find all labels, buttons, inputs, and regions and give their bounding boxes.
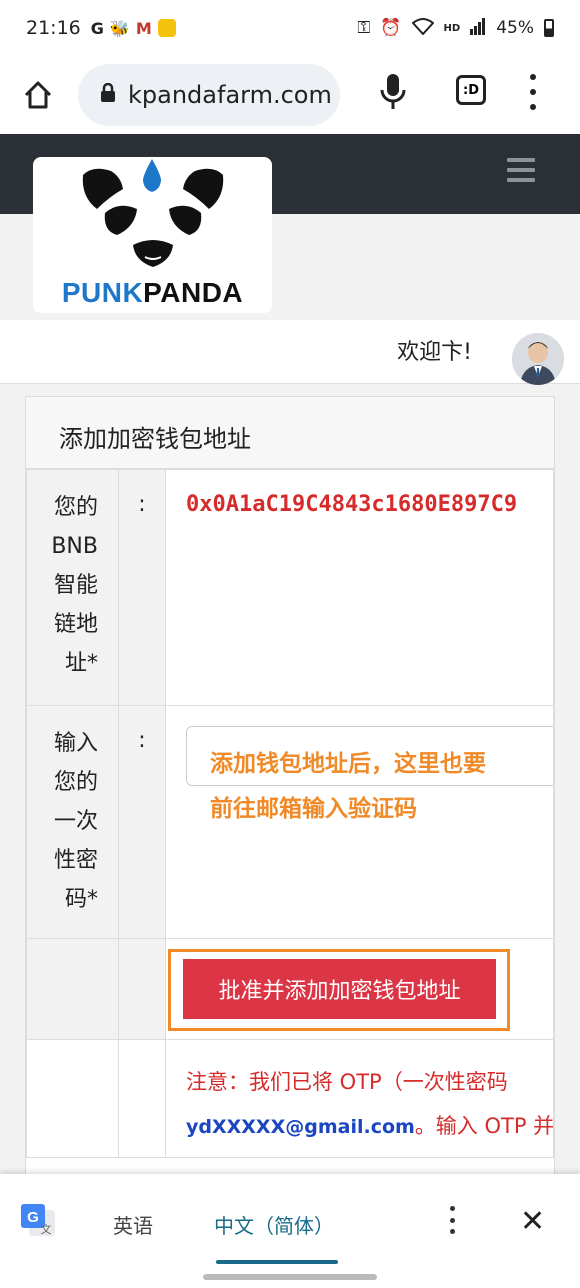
- app-yellow-icon: [157, 19, 176, 37]
- close-translate-button[interactable]: ✕: [520, 1204, 545, 1239]
- annotation-text: 添加钱包地址后，这里也要 前往邮箱输入验证码: [210, 742, 540, 832]
- logo-text-punk: PUNK: [61, 277, 144, 308]
- bnb-address-value: 0x0A1aC19C4843c1680E897C9: [186, 492, 518, 517]
- google-icon: G: [90, 18, 104, 38]
- alarm-icon: ⏰: [380, 18, 402, 38]
- battery-percent: 45%: [496, 18, 534, 38]
- browser-menu-button[interactable]: [526, 74, 540, 110]
- browser-toolbar: kpandafarm.com :D: [0, 56, 580, 134]
- bnb-address-label: 您的 BNB 智能 链地 址*: [26, 469, 119, 706]
- colon-1: :: [118, 469, 166, 706]
- target-language-tab[interactable]: 中文（简体）: [214, 1210, 334, 1239]
- card-title: 添加加密钱包地址: [26, 397, 554, 469]
- active-tab-indicator: [216, 1260, 338, 1264]
- bee-icon: 🐝: [109, 18, 130, 38]
- site-logo[interactable]: PUNKPANDA: [33, 157, 272, 313]
- tab-switcher-button[interactable]: :D: [456, 75, 486, 105]
- home-icon: [24, 81, 52, 109]
- home-button[interactable]: [18, 75, 58, 115]
- translate-menu-button[interactable]: [447, 1206, 457, 1234]
- otp-note-email: ydXXXXX@gmail.com: [186, 1116, 415, 1138]
- battery-icon: [544, 19, 554, 37]
- translate-bar: G 文 英语 中文（简体） ✕: [0, 1174, 580, 1288]
- approve-add-wallet-button[interactable]: 批准并添加加密钱包地址: [183, 959, 496, 1019]
- colon-2: :: [118, 705, 166, 939]
- svg-text:G: G: [27, 1209, 39, 1226]
- wifi-icon: [411, 17, 434, 40]
- google-translate-icon: G 文: [19, 1202, 57, 1240]
- address-bar[interactable]: kpandafarm.com: [78, 64, 340, 126]
- key-icon: ⚿: [357, 18, 371, 38]
- hamburger-menu-icon[interactable]: [507, 158, 535, 182]
- otp-note-line1: 注意：我们已将 OTP（一次性密码: [186, 1070, 508, 1094]
- status-bar: 21:16 G 🐝 M ⚿ ⏰ HD 45%: [0, 0, 580, 56]
- user-avatar[interactable]: [512, 333, 564, 385]
- microphone-icon: [380, 74, 406, 109]
- hd-label: HD: [443, 22, 461, 34]
- app-m-icon: M: [135, 18, 152, 38]
- signal-icon: [470, 17, 486, 40]
- source-language-tab[interactable]: 英语: [113, 1210, 153, 1239]
- annotation-line2: 前往邮箱输入验证码: [210, 796, 417, 822]
- annotation-line1: 添加钱包地址后，这里也要: [210, 751, 486, 777]
- gesture-nav-bar: [203, 1274, 377, 1280]
- otp-note-line2: 。输入 OTP 并继: [414, 1114, 554, 1138]
- lock-icon: [100, 82, 116, 108]
- voice-search-button[interactable]: [378, 72, 408, 112]
- status-time: 21:16: [26, 17, 81, 39]
- welcome-bar: 欢迎卞!: [0, 320, 580, 384]
- url-text: kpandafarm.com: [128, 81, 332, 109]
- logo-text-panda: PANDA: [143, 277, 244, 308]
- otp-label: 输入 您的 一次 性密 码*: [26, 705, 119, 939]
- panda-logo-icon: [82, 159, 224, 267]
- svg-text:文: 文: [41, 1222, 52, 1236]
- welcome-text: 欢迎卞!: [397, 340, 472, 365]
